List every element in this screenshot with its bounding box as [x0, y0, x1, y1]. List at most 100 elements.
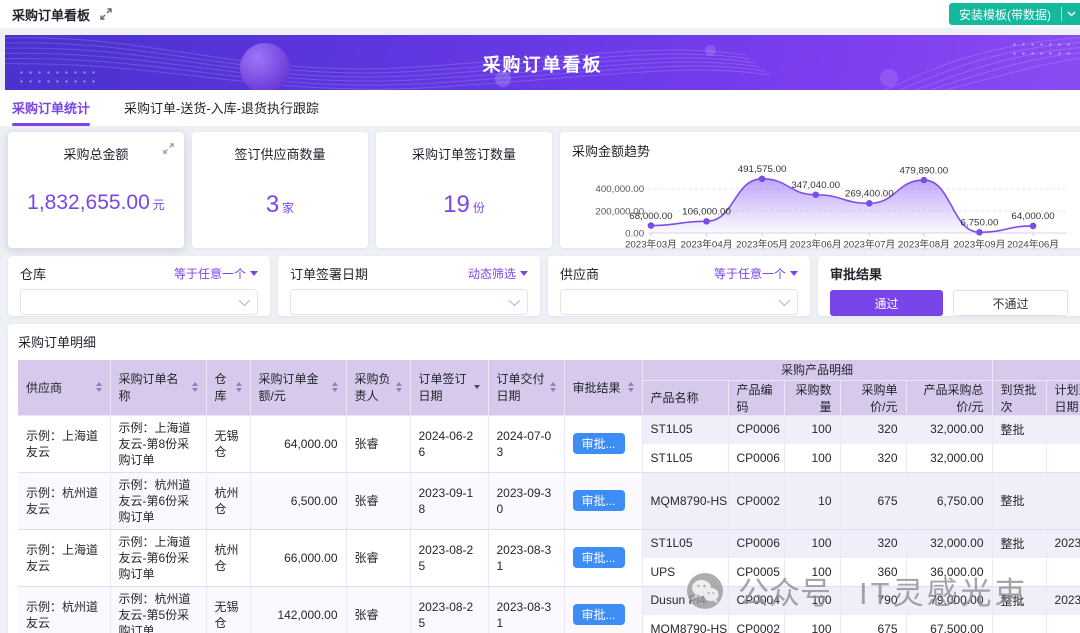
sort-icon[interactable] — [628, 382, 634, 392]
cell-total-price: 79,000.00 — [906, 586, 992, 615]
cell-product-name: MQM8790-HS2R — [642, 472, 728, 529]
cell-unit-price: 320 — [840, 444, 906, 473]
sort-icon[interactable] — [332, 382, 338, 392]
cell-unit-price: 320 — [840, 415, 906, 444]
cell-approval-result: 审批... — [564, 415, 642, 472]
chevron-down-icon — [779, 295, 790, 306]
col-header-main-0[interactable]: 供应商 — [18, 360, 110, 415]
filter-operator-dropdown[interactable]: 动态筛选 — [468, 265, 528, 282]
cell-arrival-batch: 整批 — [992, 415, 1046, 444]
stat-value: 19份 — [443, 191, 485, 219]
cell-arrival-batch: 整批 — [992, 529, 1046, 558]
cell-order_name: 示例：杭州道友云-第6份采购订单 — [110, 472, 206, 529]
cell-arrival-batch — [992, 558, 1046, 587]
stat-card-total-amount: 采购总金额 1,832,655.00元 — [8, 132, 184, 248]
expand-icon[interactable] — [163, 143, 174, 154]
cell-owner: 张睿 — [346, 586, 410, 633]
svg-text:2023年08月: 2023年08月 — [898, 239, 950, 251]
sign-date-select[interactable] — [290, 289, 528, 315]
cell-amount: 64,000.00 — [250, 415, 346, 472]
cell-amount: 142,000.00 — [250, 586, 346, 633]
approval-pass-button[interactable]: 通过 — [830, 290, 943, 316]
order-row: 示例：杭州道友云示例：杭州道友云-第6份采购订单杭州仓6,500.00张睿202… — [18, 472, 1080, 529]
cell-owner: 张睿 — [346, 415, 410, 472]
svg-text:491,575.00: 491,575.00 — [738, 164, 787, 175]
chevron-down-icon — [239, 295, 250, 306]
stat-value: 1,832,655.00元 — [27, 191, 165, 215]
sort-icon[interactable] — [192, 382, 198, 392]
filter-label: 订单签署日期 — [290, 264, 368, 283]
stat-unit: 元 — [153, 198, 165, 212]
cell-amount: 6,500.00 — [250, 472, 346, 529]
approve-status-button[interactable]: 审批... — [573, 433, 625, 454]
filter-operator-label: 等于任意一个 — [174, 265, 246, 282]
cell-total-price: 6,750.00 — [906, 472, 992, 529]
tab-order-statistics[interactable]: 采购订单统计 — [12, 98, 90, 126]
cell-product-code: CP0002 — [728, 472, 784, 529]
fullscreen-icon[interactable] — [100, 8, 112, 20]
col-header-product-0[interactable]: 产品名称 — [642, 380, 728, 415]
approval-fail-button[interactable]: 不通过 — [953, 290, 1068, 316]
stat-card-order-count: 采购订单签订数量 19份 — [376, 132, 552, 248]
col-header-product-5[interactable]: 到货批次 — [992, 380, 1046, 415]
cell-quantity: 100 — [784, 558, 840, 587]
sort-icon[interactable] — [96, 382, 102, 392]
approve-status-button[interactable]: 审批... — [573, 547, 625, 568]
chevron-down-icon[interactable] — [1062, 11, 1080, 17]
col-header-main-4[interactable]: 采购负责人 — [346, 360, 410, 415]
col-header-main-6[interactable]: 订单交付日期 — [488, 360, 564, 415]
chevron-down-icon — [509, 295, 520, 306]
approve-status-button[interactable]: 审批... — [573, 604, 625, 625]
cell-sign_date: 2024-06-26 — [410, 415, 488, 472]
col-header-main-1[interactable]: 采购订单名称 — [110, 360, 206, 415]
svg-text:347,040.00: 347,040.00 — [791, 180, 840, 191]
svg-text:400,000.00: 400,000.00 — [595, 184, 644, 195]
col-header-product-4[interactable]: 产品采购总价/元 — [906, 380, 992, 415]
cell-delivery_date: 2023-08-31 — [488, 529, 564, 586]
filter-operator-dropdown[interactable]: 等于任意一个 — [174, 265, 258, 282]
order-table-scroll-area[interactable]: 供应商采购订单名称仓库采购订单金额/元采购负责人订单签订日期订单交付日期审批结果… — [18, 360, 1080, 633]
col-header-label: 订单交付日期 — [497, 370, 546, 404]
cell-amount: 66,000.00 — [250, 529, 346, 586]
col-header-product-1[interactable]: 产品编码 — [728, 380, 784, 415]
cell-sign_date: 2023-09-18 — [410, 472, 488, 529]
col-header-main-5[interactable]: 订单签订日期 — [410, 360, 488, 415]
cell-plan-arrival-date — [1046, 615, 1080, 633]
cell-product-name: UPS — [642, 558, 728, 587]
install-template-button[interactable]: 安装模板(带数据) — [949, 3, 1080, 25]
stat-value: 3家 — [266, 191, 294, 219]
col-header-label: 采购负责人 — [355, 370, 392, 404]
col-header-product-3[interactable]: 采购单价/元 — [840, 380, 906, 415]
cell-quantity: 100 — [784, 444, 840, 473]
warehouse-select[interactable] — [20, 289, 258, 315]
install-template-label: 安装模板(带数据) — [949, 6, 1061, 23]
cell-approval-result: 审批... — [564, 529, 642, 586]
dashboard-content: 采购总金额 1,832,655.00元 签订供应商数量 3家 采购订单签订数量 … — [0, 126, 1080, 633]
cell-unit-price: 320 — [840, 529, 906, 558]
cell-product-name: MQM8790-HS2R — [642, 615, 728, 633]
filter-approval-result: 审批结果 通过 不通过 — [818, 256, 1080, 316]
col-header-product-2[interactable]: 采购数量 — [784, 380, 840, 415]
svg-text:2023年07月: 2023年07月 — [843, 239, 895, 251]
sort-desc-icon[interactable] — [474, 385, 480, 389]
sort-icon[interactable] — [236, 382, 242, 392]
sort-icon[interactable] — [550, 382, 556, 392]
col-header-product-6[interactable]: 计划到货日期 — [1046, 380, 1080, 415]
stat-label: 签订供应商数量 — [234, 144, 325, 163]
cell-product-name: Dusun Pi4 — [642, 586, 728, 615]
cell-unit-price: 675 — [840, 615, 906, 633]
col-header-main-3[interactable]: 采购订单金额/元 — [250, 360, 346, 415]
cell-supplier: 示例：杭州道友云 — [18, 472, 110, 529]
col-header-main-2[interactable]: 仓库 — [206, 360, 250, 415]
table-title: 采购订单明细 — [18, 332, 1080, 351]
supplier-select[interactable] — [560, 289, 798, 315]
col-header-main-7[interactable]: 审批结果 — [564, 360, 642, 415]
cell-unit-price: 360 — [840, 558, 906, 587]
cell-product-name: ST1L05 — [642, 415, 728, 444]
order-detail-table: 供应商采购订单名称仓库采购订单金额/元采购负责人订单签订日期订单交付日期审批结果… — [18, 360, 1080, 633]
filter-operator-dropdown[interactable]: 等于任意一个 — [714, 265, 798, 282]
approve-status-button[interactable]: 审批... — [573, 490, 625, 511]
sort-icon[interactable] — [396, 382, 402, 392]
tab-order-tracking[interactable]: 采购订单-送货-入库-退货执行跟踪 — [124, 98, 319, 126]
svg-text:6,750.00: 6,750.00 — [961, 218, 999, 229]
